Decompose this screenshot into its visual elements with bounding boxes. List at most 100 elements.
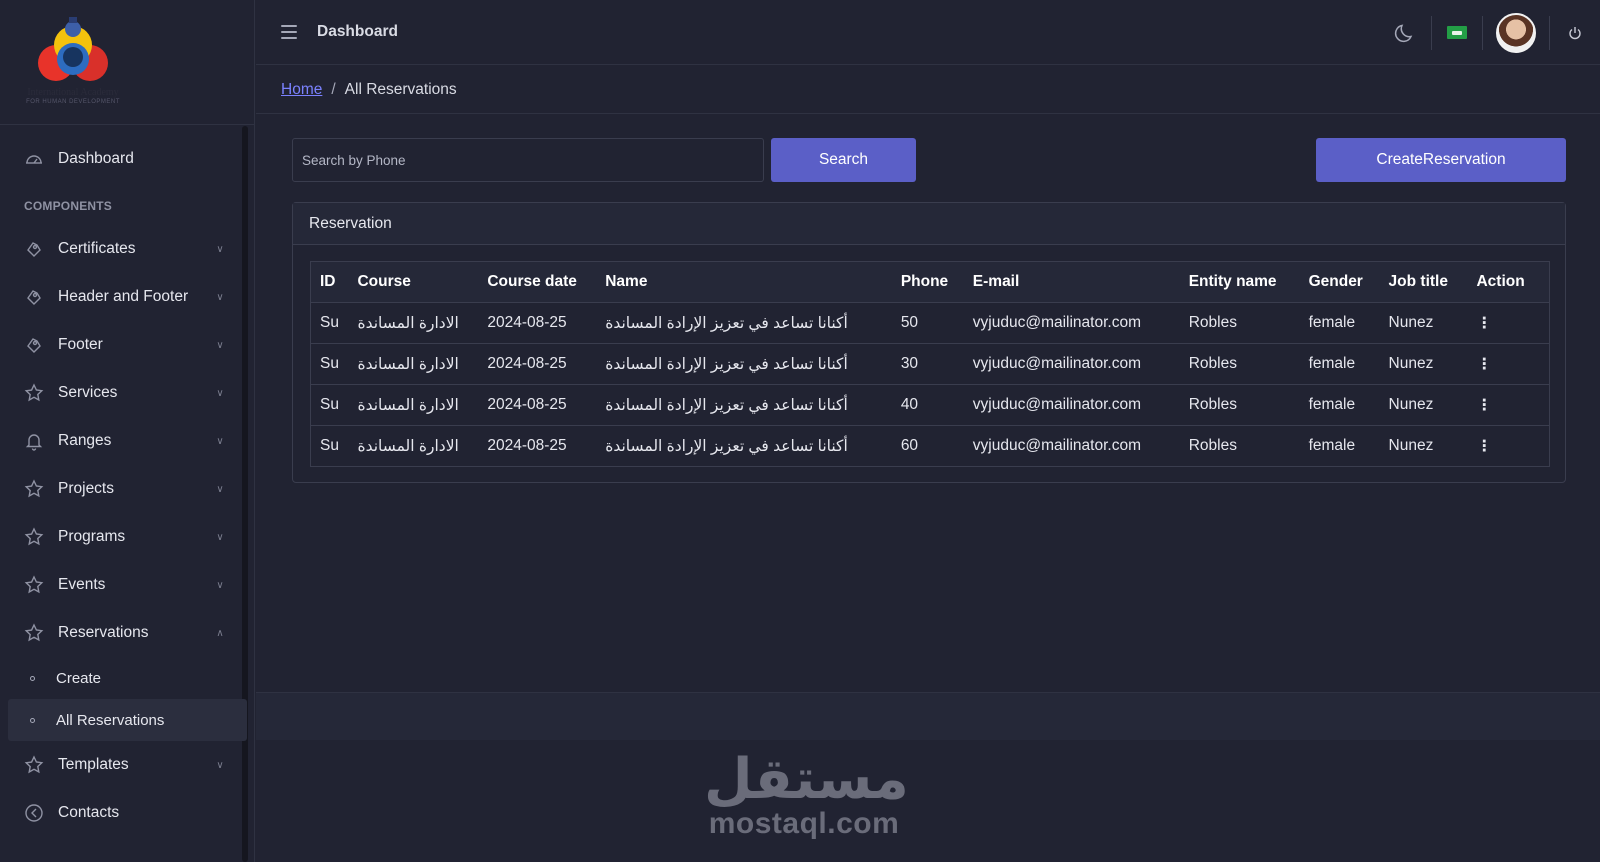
column-header-gender: Gender [1299,261,1380,303]
table-row: Su الادارة المساندة 2024-08-25 أكنانا تس… [310,302,1550,344]
sidebar-item-programs[interactable]: Programs ∨ [0,513,247,561]
chevron-down-icon: ∨ [216,579,224,591]
chevron-down-icon: ∨ [216,339,224,351]
chevron-down-icon: ∨ [216,387,224,399]
sidebar-item-header-and-footer[interactable]: Header and Footer ∨ [0,273,247,321]
dark-mode-toggle[interactable] [1381,0,1429,65]
moon-icon [1394,23,1413,42]
row-actions-kebab-icon[interactable]: ⋮ [1467,302,1550,344]
cell-entity-name: Robles [1179,425,1300,467]
cell-course: الادارة المساندة [348,343,479,385]
cell-course: الادارة المساندة [348,425,479,467]
sidebar-item-projects[interactable]: Projects ∨ [0,465,247,513]
cell-course-date: 2024-08-25 [478,384,597,426]
language-switcher[interactable] [1432,0,1482,65]
sidebar: International Academy FOR HUMAN DEVELOPM… [0,0,255,862]
cell-phone: 60 [891,425,964,467]
sidebar-item-templates[interactable]: Templates ∨ [0,741,247,789]
star-icon [24,479,44,499]
cell-job-title: Nunez [1379,384,1468,426]
sidebar-item-label: Programs [58,528,126,545]
menu-toggle-icon[interactable] [281,25,297,39]
sidebar-item-label: Services [58,384,118,401]
sidebar-item-events[interactable]: Events ∨ [0,561,247,609]
cell-entity-name: Robles [1179,384,1300,426]
user-menu[interactable] [1483,0,1549,65]
contact-icon [24,803,44,823]
column-header-name: Name [596,261,892,303]
row-actions-kebab-icon[interactable]: ⋮ [1467,384,1550,426]
table-row: Su الادارة المساندة 2024-08-25 أكنانا تس… [310,384,1550,426]
sidebar-subitem-label: All Reservations [56,711,165,729]
row-actions-kebab-icon[interactable]: ⋮ [1467,425,1550,467]
bell-icon [24,431,44,451]
logo-emblem [38,16,108,81]
table-row: Su الادارة المساندة 2024-08-25 أكنانا تس… [310,425,1550,467]
column-header-entity-name: Entity name [1179,261,1300,303]
cell-phone: 30 [891,343,964,385]
sidebar-item-ranges[interactable]: Ranges ∨ [0,417,247,465]
avatar [1496,12,1536,53]
cell-email: vyjuduc@mailinator.com [963,343,1180,385]
chevron-down-icon: ∨ [216,291,224,303]
chevron-down-icon: ∨ [216,483,224,495]
search-button[interactable]: Search [771,138,916,182]
chevron-down-icon: ∨ [216,435,224,447]
logout-button[interactable] [1550,0,1600,65]
mostaql-watermark: مستقل mostaql.com [704,752,909,840]
sidebar-item-footer[interactable]: Footer ∨ [0,321,247,369]
chevron-up-icon: ∧ [216,627,224,639]
sidebar-subitem-create[interactable]: Create [0,657,247,699]
cell-id: Su [310,343,349,385]
cell-course-date: 2024-08-25 [478,425,597,467]
cell-job-title: Nunez [1379,425,1468,467]
table-header-row: ID Course Course date Name Phone E-mail … [310,261,1550,303]
cell-course: الادارة المساندة [348,302,479,344]
cell-name: أكنانا تساعد في تعزيز الإرادة المساندة [596,425,892,467]
logo-subtitle: FOR HUMAN DEVELOPMENT [26,98,120,105]
logo-area: International Academy FOR HUMAN DEVELOPM… [0,0,254,125]
sidebar-subitem-all-reservations[interactable]: All Reservations [8,699,247,741]
cell-id: Su [310,384,349,426]
cell-course-date: 2024-08-25 [478,343,597,385]
sidebar-nav: Dashboard COMPONENTS Certificates ∨ Head… [0,135,247,837]
sidebar-item-services[interactable]: Services ∨ [0,369,247,417]
column-header-job-title: Job title [1379,261,1468,303]
sidebar-item-label: Dashboard [58,150,134,167]
sidebar-item-label: Reservations [58,624,149,641]
watermark-latin: mostaql.com [708,807,900,840]
create-reservation-button[interactable]: CreateReservation [1316,138,1566,182]
gauge-icon [24,149,44,169]
search-phone-input[interactable] [292,138,764,182]
sidebar-item-dashboard[interactable]: Dashboard [0,135,247,183]
table-row: Su الادارة المساندة 2024-08-25 أكنانا تس… [310,343,1550,385]
chevron-down-icon: ∨ [216,759,224,771]
page-title: Dashboard [317,23,398,40]
chevron-down-icon: ∨ [216,243,224,255]
cell-phone: 50 [891,302,964,344]
breadcrumb-home-link[interactable]: Home [281,81,322,99]
badge-icon [24,239,44,259]
academy-logo[interactable]: International Academy FOR HUMAN DEVELOPM… [18,15,128,110]
star-icon [24,623,44,643]
star-icon [24,383,44,403]
column-header-phone: Phone [891,261,964,303]
sidebar-item-reservations[interactable]: Reservations ∧ [0,609,247,657]
cell-phone: 40 [891,384,964,426]
star-icon [24,527,44,547]
star-icon [24,575,44,595]
star-icon [24,755,44,775]
sidebar-item-label: Ranges [58,432,112,449]
cell-email: vyjuduc@mailinator.com [963,384,1180,426]
row-actions-kebab-icon[interactable]: ⋮ [1467,343,1550,385]
cell-gender: female [1299,343,1380,385]
cell-course: الادارة المساندة [348,384,479,426]
badge-icon [24,287,44,307]
cell-entity-name: Robles [1179,343,1300,385]
sidebar-item-contacts[interactable]: Contacts [0,789,247,837]
cell-id: Su [310,425,349,467]
sidebar-item-certificates[interactable]: Certificates ∨ [0,225,247,273]
cell-email: vyjuduc@mailinator.com [963,302,1180,344]
cell-id: Su [310,302,349,344]
cell-course-date: 2024-08-25 [478,302,597,344]
